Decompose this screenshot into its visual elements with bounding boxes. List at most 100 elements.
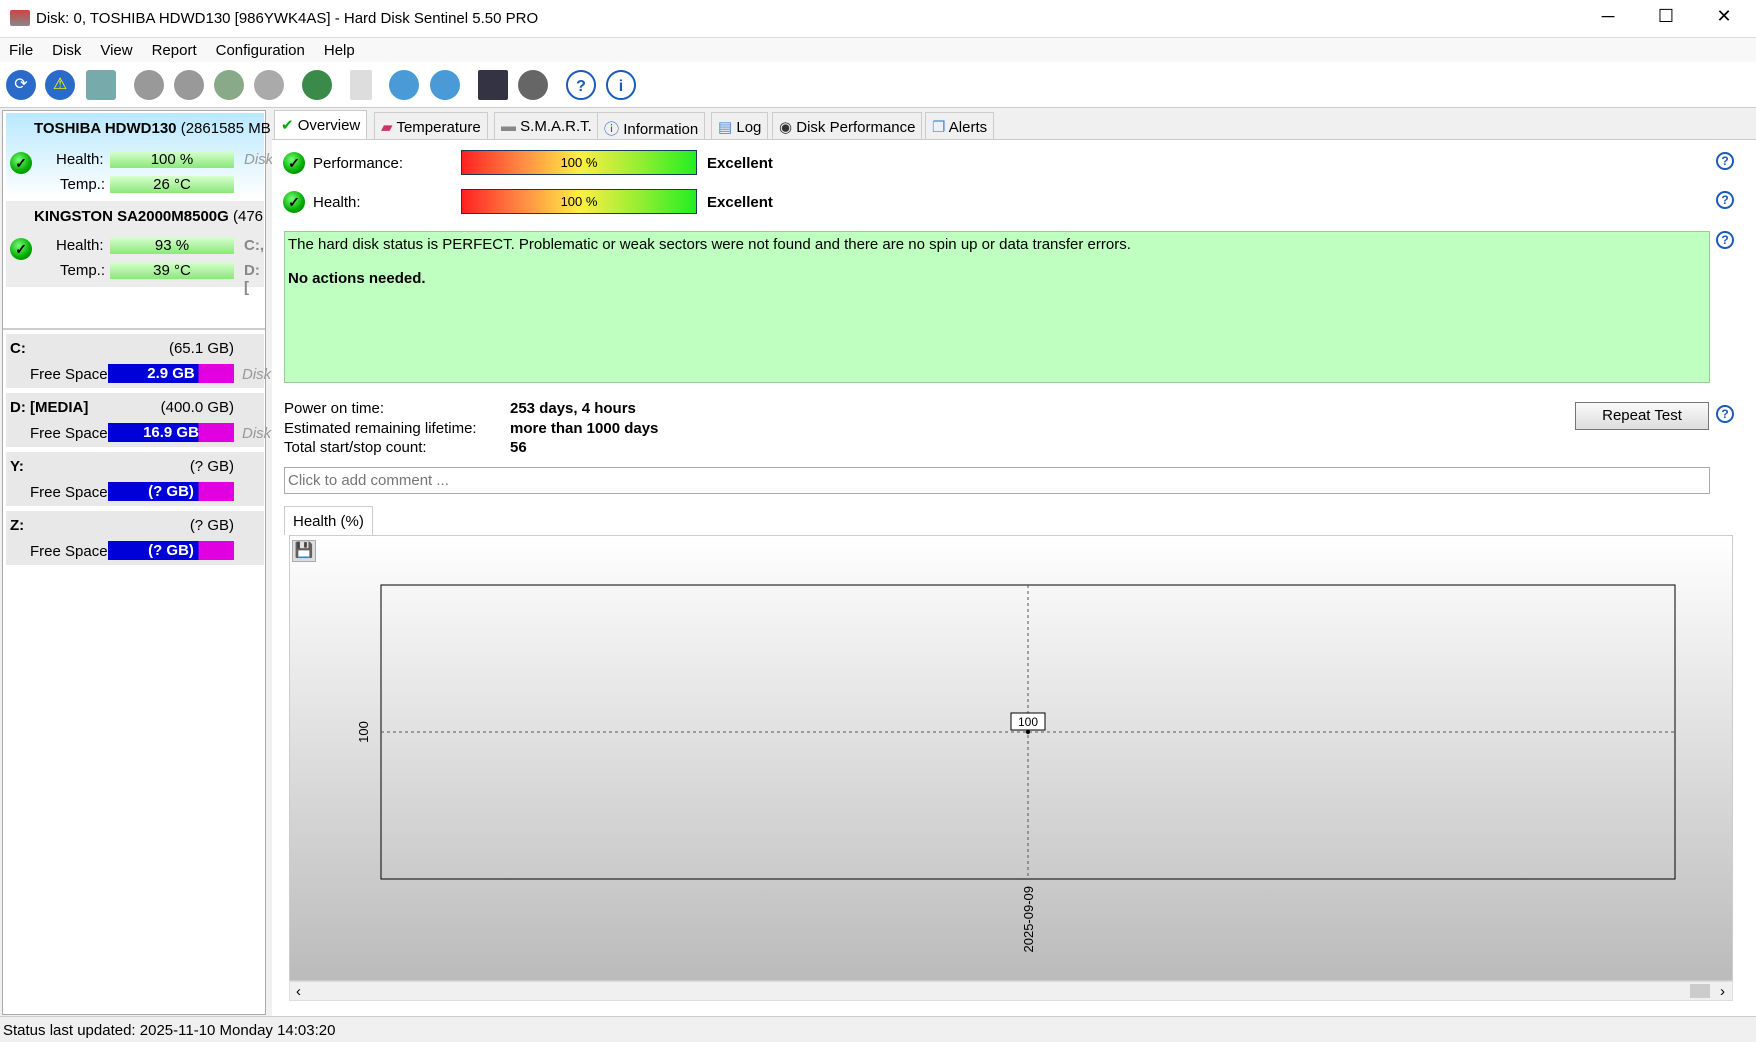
disk-tool-1-icon[interactable] (134, 70, 164, 100)
free-space-bar: 16.9 GB (108, 423, 234, 442)
health-chart: 100 100 2025-09-09 (356, 584, 1676, 953)
help-icon[interactable]: ? (1716, 231, 1734, 249)
disk-item-toshiba[interactable]: TOSHIBA HDWD130 (2861585 MB ✓ Health: 10… (6, 113, 273, 199)
lifetime-row: Estimated remaining lifetime: more than 1… (284, 420, 659, 437)
scroll-right-icon[interactable]: › (1720, 983, 1725, 1000)
disk-icon[interactable] (86, 70, 116, 100)
report-icon[interactable] (350, 70, 372, 100)
help-icon[interactable]: ? (1716, 191, 1734, 209)
tab-temperature[interactable]: ▰ Temperature (374, 112, 488, 139)
window-title: Disk: 0, TOSHIBA HDWD130 [986YWK4AS] - H… (36, 10, 539, 27)
volume-letter: C: (10, 340, 26, 357)
tab-information[interactable]: ⓘ Information (597, 112, 706, 139)
volume-letter: D: [MEDIA] (10, 399, 89, 416)
tab-smart[interactable]: ▬ S.M.A.R.T. (494, 112, 599, 139)
status-text: The hard disk status is PERFECT. Problem… (288, 236, 1131, 253)
health-label: Health: (313, 194, 361, 211)
volume-size: (? GB) (189, 458, 234, 475)
volume-size: (65.1 GB) (168, 340, 234, 357)
close-button[interactable]: ✕ (1701, 6, 1747, 32)
temp-label: Temp.: (60, 262, 106, 279)
volume-letter: Y: (10, 458, 24, 475)
volume-d[interactable]: D: [MEDIA] (400.0 GB) Free Space 16.9 GB D… (6, 393, 271, 449)
status-bar: Status last updated: 2025-11-10 Monday 1… (0, 1016, 1756, 1042)
maximize-button[interactable]: ☐ (1643, 6, 1689, 32)
free-space-label: Free Space (30, 425, 108, 442)
temp-label: Temp.: (60, 176, 106, 193)
disk-tool-2-icon[interactable] (174, 70, 204, 100)
disk-check-icon[interactable] (214, 70, 244, 100)
menu-disk[interactable]: Disk (43, 38, 91, 59)
help-icon[interactable]: ? (566, 70, 596, 100)
network-icon[interactable] (430, 70, 460, 100)
tab-disk-performance[interactable]: ◉ Disk Performance (772, 112, 923, 139)
globe-icon[interactable] (302, 70, 332, 100)
tab-health-chart[interactable]: Health (%) (284, 506, 373, 535)
volume-y[interactable]: Y: (? GB) Free Space (? GB) (6, 452, 264, 508)
health-label: Health: (56, 237, 104, 254)
startstop-row: Total start/stop count: 56 (284, 439, 527, 456)
menu-view[interactable]: View (91, 38, 142, 59)
health-label: Health: (56, 151, 104, 168)
menu-help[interactable]: Help (315, 38, 365, 59)
temp-bar: 26 °C (110, 176, 234, 193)
status-description: The hard disk status is PERFECT. Problem… (284, 231, 1710, 383)
temp-bar: 39 °C (110, 262, 234, 279)
monitor-icon[interactable] (478, 70, 508, 100)
volume-size: (? GB) (189, 517, 234, 534)
help-icon[interactable]: ? (1716, 152, 1734, 170)
horizontal-scrollbar[interactable]: ‹ › (289, 981, 1733, 1001)
disk-extra: Disk (244, 151, 274, 168)
volume-extra: Disk (242, 425, 272, 442)
performance-bar: 100 % (461, 150, 697, 175)
data-point (1026, 730, 1030, 734)
volume-size: (400.0 GB) (160, 399, 234, 416)
refresh-icon[interactable]: ⟳ (6, 70, 36, 100)
menu-bar: File Disk View Report Configuration Help (0, 38, 1756, 62)
disk-extra: D: [ (244, 262, 260, 296)
minimize-button[interactable]: ─ (1585, 6, 1631, 32)
tab-alerts[interactable]: ❐ Alerts (925, 112, 995, 139)
disk-name: TOSHIBA HDWD130 (2861585 MB (34, 120, 271, 137)
volume-c[interactable]: C: (65.1 GB) Free Space 2.9 GB Disk (6, 334, 271, 390)
health-bar: 100 % (110, 151, 234, 168)
scrollbar-thumb[interactable] (1690, 984, 1710, 998)
alert-icon[interactable]: ⚠ (45, 70, 75, 100)
repeat-test-button[interactable]: Repeat Test (1575, 402, 1709, 430)
power-on-row: Power on time: 253 days, 4 hours (284, 400, 636, 417)
scroll-left-icon[interactable]: ‹ (296, 983, 301, 1000)
disk-name: KINGSTON SA2000M8500G (476 (34, 208, 264, 225)
volume-letter: Z: (10, 517, 25, 534)
disk-item-kingston[interactable]: KINGSTON SA2000M8500G (476 ✓ Health: 93 … (6, 201, 264, 296)
free-space-bar: 2.9 GB (108, 364, 234, 383)
sync-icon[interactable] (389, 70, 419, 100)
tab-overview[interactable]: ✔ Overview (274, 110, 368, 140)
free-space-bar: (? GB) (108, 482, 234, 501)
free-space-bar: (? GB) (108, 541, 234, 560)
status-action: No actions needed. (288, 270, 426, 287)
disk-search-icon[interactable] (254, 70, 284, 100)
health-rating: Excellent (707, 194, 773, 211)
volume-z[interactable]: Z: (? GB) Free Space (? GB) (6, 511, 264, 567)
ok-check-icon: ✓ (283, 191, 305, 213)
ok-check-icon: ✓ (10, 152, 32, 174)
toolbar: ⟳ ⚠ ? i (0, 62, 1756, 108)
comment-input[interactable] (284, 467, 1710, 494)
free-space-label: Free Space (30, 366, 108, 383)
disk-list-panel: TOSHIBA HDWD130 (2861585 MB ✓ Health: 10… (2, 110, 273, 1015)
free-space-label: Free Space (30, 484, 108, 501)
settings-icon[interactable] (518, 70, 548, 100)
y-tick-label: 100 (356, 721, 371, 743)
help-icon[interactable]: ? (1716, 405, 1734, 423)
title-bar: Disk: 0, TOSHIBA HDWD130 [986YWK4AS] - H… (0, 0, 1756, 38)
info-icon[interactable]: i (606, 70, 636, 100)
disk-extra: C:, (244, 237, 264, 254)
point-label: 100 (1018, 715, 1038, 729)
menu-file[interactable]: File (0, 38, 43, 59)
performance-label: Performance: (313, 155, 404, 172)
menu-configuration[interactable]: Configuration (207, 38, 315, 59)
app-icon (10, 10, 30, 26)
menu-report[interactable]: Report (143, 38, 207, 59)
tab-log[interactable]: ▤ Log (711, 112, 769, 139)
health-bar: 100 % (461, 189, 697, 214)
